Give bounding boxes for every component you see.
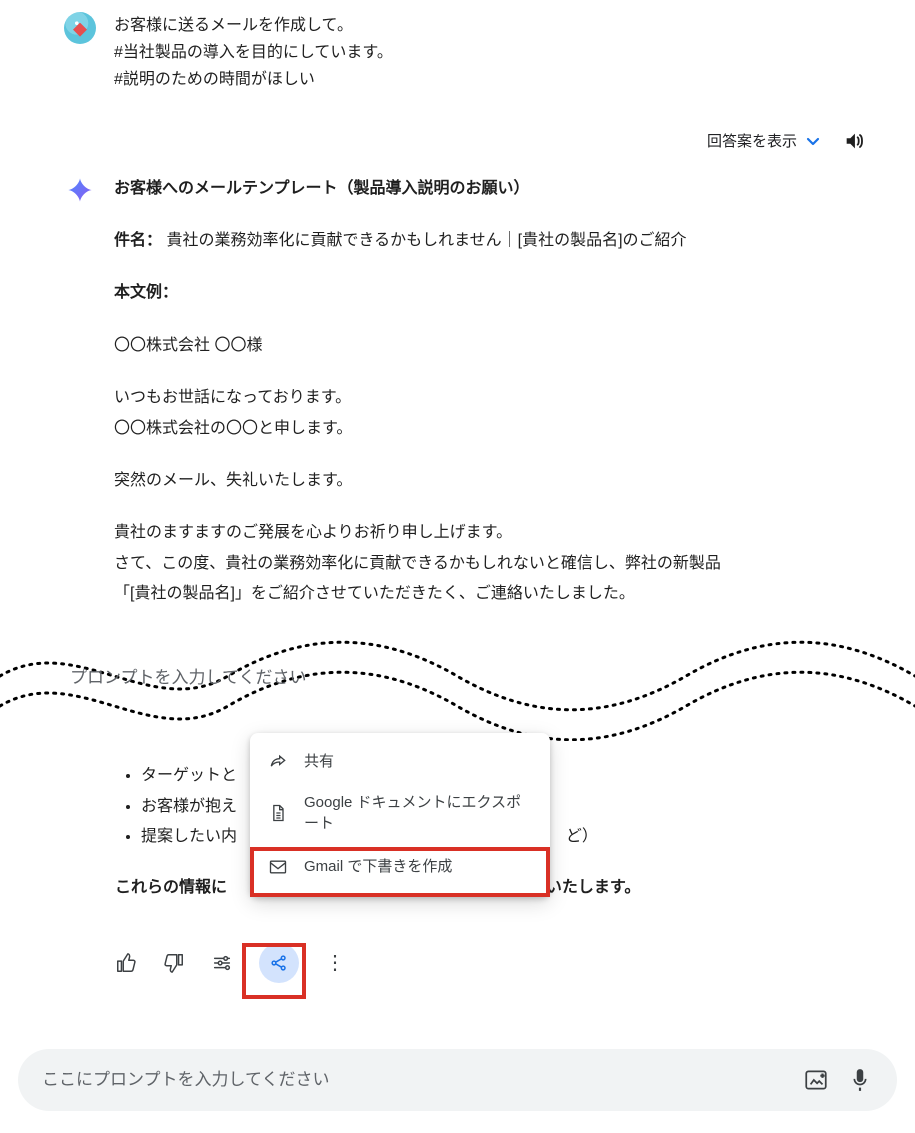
ghost-prompt-text: プロンプトを入力してください — [70, 663, 306, 688]
menu-label: Gmail で下書きを作成 — [304, 856, 452, 877]
response-title: お客様へのメールテンプレート（製品導入説明のお願い） — [114, 174, 875, 204]
share-menu: 共有 Google ドキュメントにエクスポート Gmail で下書きを作成 — [250, 733, 550, 897]
body-example-label: 本文例： — [114, 278, 875, 308]
prompt-input[interactable] — [42, 1070, 785, 1090]
microphone-button[interactable] — [847, 1067, 873, 1093]
thumbs-down-button[interactable] — [163, 952, 185, 974]
user-message: お客様に送るメールを作成して。 #当社製品の導入を目的にしています。 #説明のた… — [114, 12, 393, 94]
body-line: 〇〇株式会社の〇〇と申します。 — [114, 414, 875, 444]
share-button[interactable] — [259, 943, 299, 983]
truncation-divider: プロンプトを入力してください — [0, 621, 915, 741]
show-answer-drafts-label: 回答案を表示 — [707, 130, 797, 151]
menu-label: Google ドキュメントにエクスポート — [304, 792, 532, 834]
subject-label: 件名： — [114, 232, 162, 249]
gmail-icon — [268, 857, 288, 877]
user-line: #当社製品の導入を目的にしています。 — [114, 39, 393, 66]
body-line: いつもお世話になっております。 — [114, 383, 875, 413]
assistant-message: お客様へのメールテンプレート（製品導入説明のお願い） 件名： 貴社の業務効率化に… — [114, 174, 875, 632]
subject-text: 貴社の業務効率化に貢献できるかもしれません｜[貴社の製品名]のご紹介 — [166, 232, 686, 249]
thumbs-up-button[interactable] — [115, 952, 137, 974]
document-icon — [268, 803, 288, 823]
assistant-avatar — [64, 174, 96, 206]
menu-item-export-docs[interactable]: Google ドキュメントにエクスポート — [250, 782, 550, 844]
share-arrow-icon — [268, 752, 288, 772]
body-line: 貴社のますますのご発展を心よりお祈り申し上げます。 — [114, 518, 875, 548]
menu-item-gmail-draft[interactable]: Gmail で下書きを作成 — [250, 844, 550, 889]
tune-button[interactable] — [211, 952, 233, 974]
user-line: #説明のための時間がほしい — [114, 66, 393, 93]
body-line: 「[貴社の製品名]」をご紹介させていただきたく、ご連絡いたしました。 — [114, 579, 875, 609]
add-image-button[interactable] — [803, 1067, 829, 1093]
body-line: 突然のメール、失礼いたします。 — [114, 466, 875, 496]
body-line: さて、この度、貴社の業務効率化に貢献できるかもしれないと確信し、弊社の新製品 — [114, 549, 875, 579]
menu-label: 共有 — [304, 751, 334, 772]
chevron-down-icon — [805, 133, 821, 149]
user-avatar — [64, 12, 96, 44]
menu-item-share[interactable]: 共有 — [250, 741, 550, 782]
show-answer-drafts-button[interactable]: 回答案を表示 — [707, 130, 821, 151]
body-line: 〇〇株式会社 〇〇様 — [114, 331, 875, 361]
speaker-icon[interactable] — [843, 130, 865, 152]
user-line: お客様に送るメールを作成して。 — [114, 12, 393, 39]
prompt-input-bar[interactable] — [18, 1049, 897, 1111]
